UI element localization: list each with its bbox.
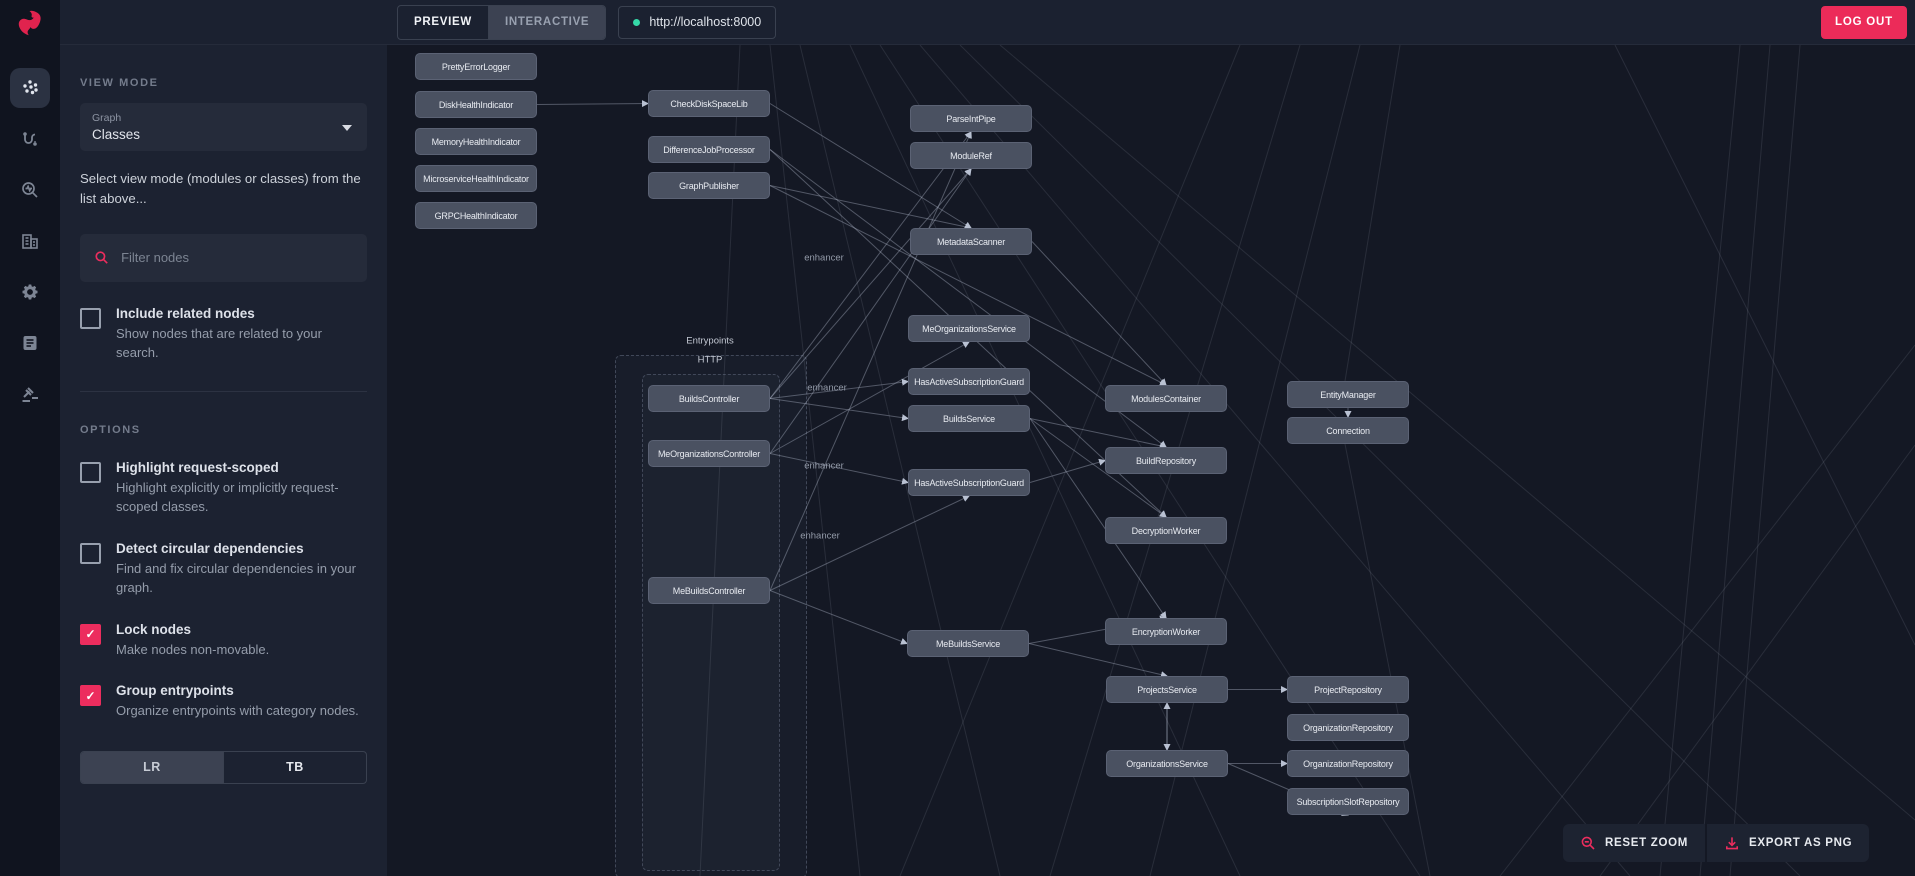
option-title: Detect circular dependencies (116, 540, 304, 556)
filter-input[interactable] (119, 249, 353, 267)
edge-label-enhancer: enhancer (807, 382, 847, 394)
graph-nodes-icon[interactable] (10, 68, 50, 108)
gavel-icon[interactable] (10, 374, 50, 414)
graph-node[interactable]: EntityManager (1287, 381, 1409, 408)
option-title: Lock nodes (116, 621, 192, 637)
graph-node[interactable]: EncryptionWorker (1105, 618, 1227, 645)
graph-node[interactable]: HasActiveSubscriptionGuard (908, 368, 1030, 395)
graph-select[interactable]: Graph Classes (80, 103, 367, 151)
graph-node[interactable]: MeOrganizationsService (908, 315, 1030, 342)
graph-select-value: Classes (92, 127, 141, 142)
graph-node[interactable]: GRPCHealthIndicator (415, 202, 537, 229)
edge-label-enhancer: enhancer (804, 252, 844, 264)
export-png-button[interactable]: EXPORT AS PNG (1707, 824, 1870, 862)
detect-circular-checkbox[interactable]: ✓ (80, 542, 101, 564)
options-header: OPTIONS (80, 423, 141, 436)
graph-node[interactable]: OrganizationsService (1106, 750, 1228, 777)
logout-button[interactable]: LOG OUT (1821, 5, 1907, 39)
graph-node[interactable]: ProjectRepository (1287, 676, 1409, 703)
graph-node[interactable]: CheckDiskSpaceLib (648, 90, 770, 117)
graph-node[interactable]: SubscriptionSlotRepository (1287, 788, 1409, 815)
sidebar-panel: VIEW MODE Graph Classes Select view mode… (60, 45, 387, 876)
include-related-checkbox[interactable]: ✓ (80, 307, 101, 329)
graph-node[interactable]: MeOrganizationsController (648, 440, 770, 467)
zoom-out-icon (1581, 836, 1595, 850)
export-png-label: EXPORT AS PNG (1749, 837, 1853, 849)
graph-node[interactable]: BuildsController (648, 385, 770, 412)
document-icon[interactable] (10, 323, 50, 363)
graph-node[interactable]: ModulesContainer (1105, 385, 1227, 412)
include-related-desc: Show nodes that are related to your sear… (116, 325, 322, 361)
graph-select-label: Graph (92, 112, 122, 124)
view-mode-hint: Select view mode (modules or classes) fr… (80, 171, 361, 207)
option-desc: Find and fix circular dependencies in yo… (116, 560, 356, 596)
interactive-tab[interactable]: INTERACTIVE (487, 5, 606, 39)
graph-canvas[interactable]: RESET ZOOM EXPORT AS PNG Entrypoints HTTP… (387, 45, 1915, 876)
direction-tb-button[interactable]: TB (223, 751, 366, 783)
graph-node[interactable]: ModuleRef (910, 142, 1032, 169)
graph-node[interactable]: DiskHealthIndicator (415, 91, 537, 118)
option-lock-nodes[interactable]: ✓ Lock nodes Make nodes non-movable. (80, 622, 367, 660)
graph-node[interactable]: OrganizationRepository (1287, 750, 1409, 777)
graph-node[interactable]: Connection (1287, 417, 1409, 444)
option-desc: Organize entrypoints with category nodes… (116, 703, 359, 719)
option-detect-circular[interactable]: ✓ Detect circular dependencies Find and … (80, 541, 367, 598)
reset-zoom-label: RESET ZOOM (1605, 837, 1689, 849)
graph-node[interactable]: MemoryHealthIndicator (415, 128, 537, 155)
option-title: Highlight request-scoped (116, 459, 279, 475)
graph-node[interactable]: ProjectsService (1106, 676, 1228, 703)
view-mode-header: VIEW MODE (80, 77, 159, 89)
graph-node[interactable]: BuildRepository (1105, 447, 1227, 474)
nestjs-logo-icon (18, 10, 41, 35)
graph-node[interactable]: ParseIntPipe (910, 105, 1032, 132)
preview-mode-toggle: PREVIEW INTERACTIVE (397, 4, 607, 40)
edge-label-enhancer: enhancer (800, 530, 840, 542)
download-icon (1726, 837, 1739, 850)
left-icon-rail (0, 0, 60, 876)
chevron-down-icon (342, 125, 352, 131)
filter-box (80, 233, 367, 282)
graph-node[interactable]: HasActiveSubscriptionGuard (908, 469, 1030, 496)
rail-icon-list (0, 45, 60, 425)
graph-node[interactable]: MeBuildsService (907, 630, 1029, 657)
url-text: http://localhost:8000 (649, 15, 762, 29)
inspect-search-icon[interactable] (10, 170, 50, 210)
reset-zoom-button[interactable]: RESET ZOOM (1563, 824, 1706, 862)
highlight-request-scoped-checkbox[interactable]: ✓ (80, 461, 101, 483)
nestjs-logo[interactable] (0, 0, 60, 45)
settings-gear-icon[interactable] (10, 272, 50, 312)
canvas-controls: RESET ZOOM EXPORT AS PNG (1563, 824, 1870, 862)
include-related-row[interactable]: ✓ Include related nodes Show nodes that … (80, 306, 367, 363)
graph-node[interactable]: DifferenceJobProcessor (648, 136, 770, 163)
graph-node[interactable]: PrettyErrorLogger (415, 53, 537, 80)
group-entrypoints-checkbox[interactable]: ✓ (80, 685, 101, 707)
search-icon (95, 251, 108, 265)
route-icon[interactable] (10, 119, 50, 159)
graph-node[interactable]: GraphPublisher (648, 172, 770, 199)
direction-toggle: LR TB (80, 750, 367, 784)
organization-icon[interactable] (10, 221, 50, 261)
include-related-title: Include related nodes (116, 305, 255, 321)
direction-lr-button[interactable]: LR (81, 751, 223, 783)
graph-node[interactable]: DecryptionWorker (1105, 517, 1227, 544)
graph-node[interactable]: BuildsService (908, 405, 1030, 432)
graph-node[interactable]: MetadataScanner (910, 228, 1032, 255)
graph-node[interactable]: MeBuildsController (648, 577, 770, 604)
option-group-entrypoints[interactable]: ✓ Group entrypoints Organize entrypoints… (80, 683, 367, 721)
option-title: Group entrypoints (116, 683, 234, 699)
option-desc: Make nodes non-movable. (116, 641, 270, 657)
lock-nodes-checkbox[interactable]: ✓ (80, 623, 101, 645)
url-chip[interactable]: http://localhost:8000 (618, 5, 777, 39)
sidebar-divider (80, 390, 367, 392)
edge-label-enhancer: enhancer (804, 460, 844, 472)
status-dot (633, 18, 641, 26)
graph-node[interactable]: MicroserviceHealthIndicator (415, 165, 537, 192)
top-bar: PREVIEW INTERACTIVE http://localhost:800… (60, 0, 1915, 45)
option-highlight-request-scoped[interactable]: ✓ Highlight request-scoped Highlight exp… (80, 460, 367, 517)
graph-node[interactable]: OrganizationRepository (1287, 714, 1409, 741)
option-desc: Highlight explicitly or implicitly reque… (116, 479, 339, 515)
preview-tab[interactable]: PREVIEW (398, 6, 488, 39)
